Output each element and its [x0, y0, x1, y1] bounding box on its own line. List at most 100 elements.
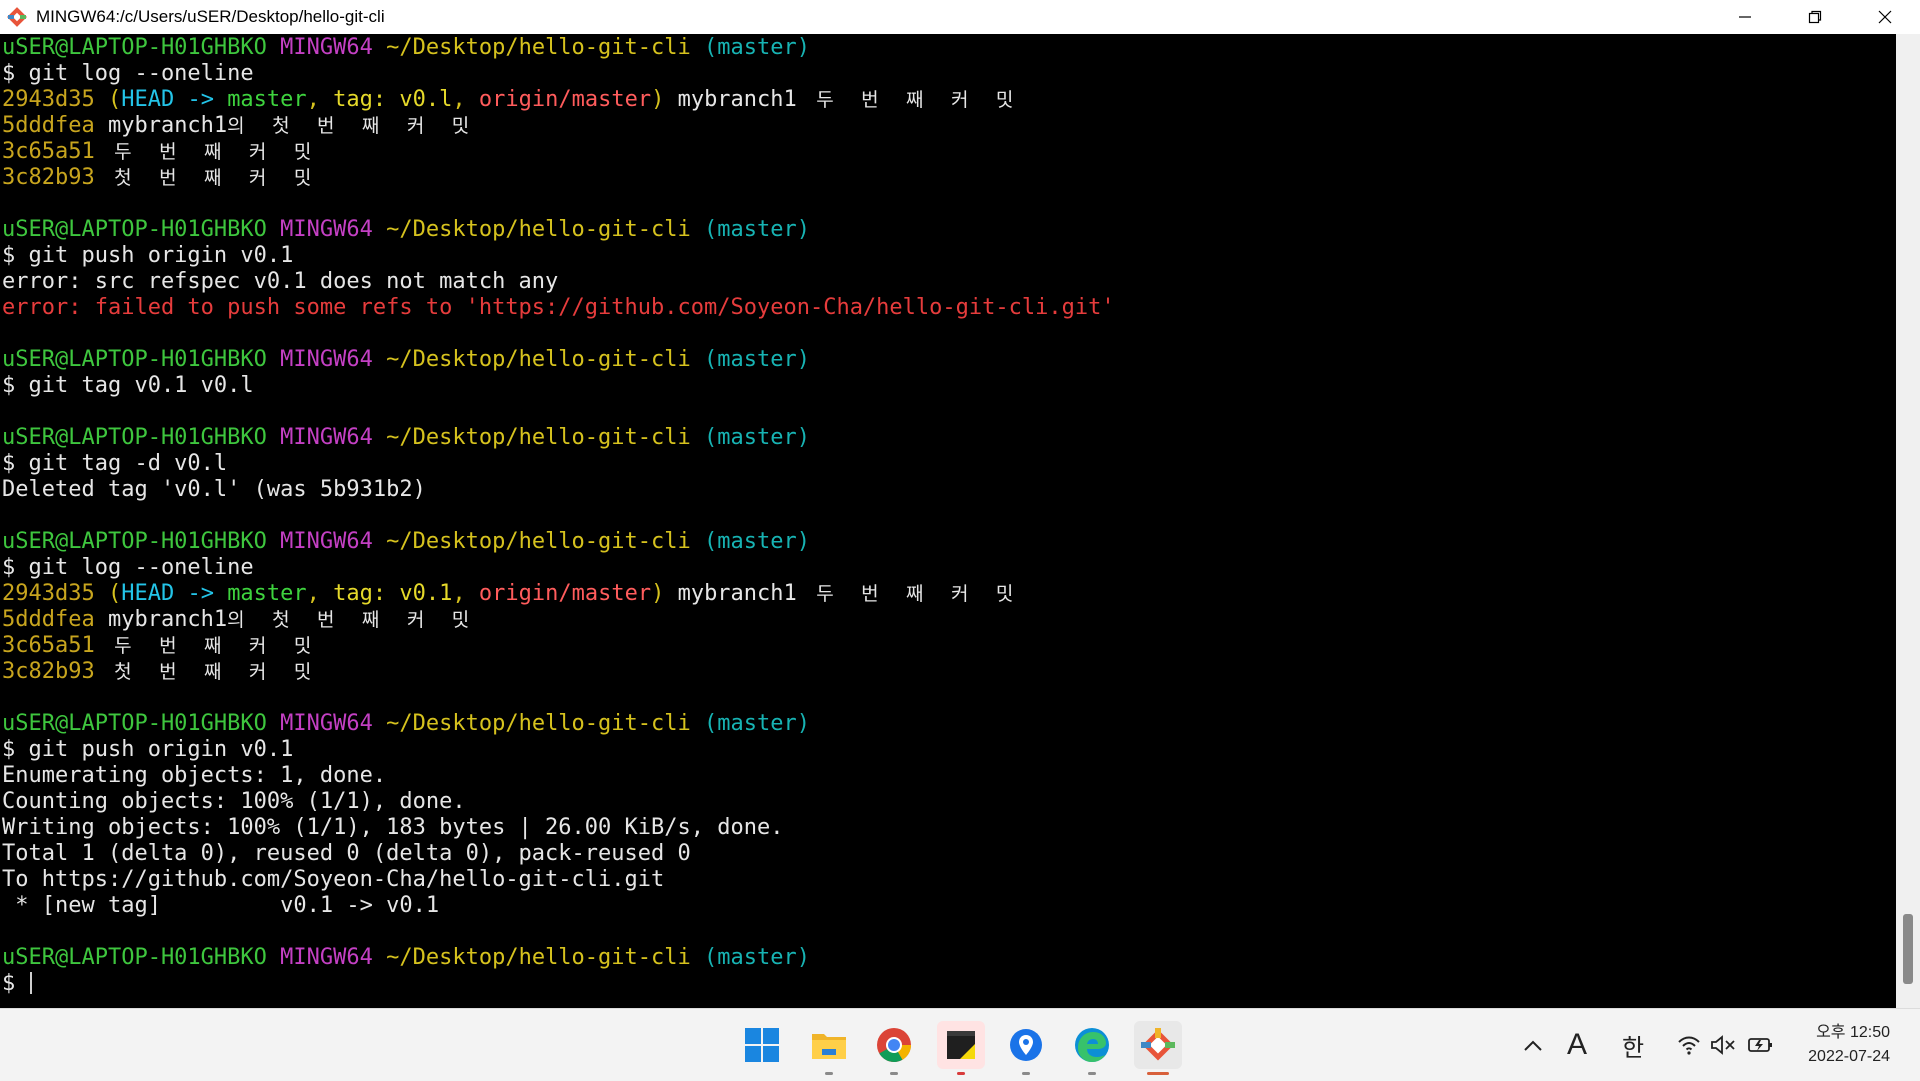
commit-msg: mybranch1	[94, 607, 228, 632]
prompt-path: ~/Desktop/hello-git-cli	[386, 425, 691, 450]
vertical-scrollbar[interactable]	[1896, 34, 1920, 1008]
minimize-button[interactable]	[1710, 0, 1780, 34]
ref-origin: origin/master	[478, 87, 652, 112]
prompt-path: ~/Desktop/hello-git-cli	[386, 529, 691, 554]
taskbar-sticky-notes[interactable]	[937, 1021, 985, 1075]
taskbar-file-explorer[interactable]	[805, 1021, 853, 1075]
prompt-shell: MINGW64	[280, 217, 373, 242]
title-bar: MINGW64:/c/Users/uSER/Desktop/hello-git-…	[0, 0, 1920, 34]
prompt-shell: MINGW64	[280, 347, 373, 372]
ref-paren: )	[651, 581, 665, 606]
commit-msg-ko: 두 번 째 커 밋	[796, 89, 1022, 111]
ref-comma: ,	[452, 87, 479, 112]
commit-hash: 5dddfea	[2, 607, 95, 632]
commit-msg-ko: 첫 번 째 커 밋	[94, 661, 320, 683]
prompt-shell: MINGW64	[280, 529, 373, 554]
taskbar-edge[interactable]	[1068, 1021, 1116, 1075]
chevron-up-icon	[1524, 1040, 1542, 1051]
minimize-icon	[1739, 16, 1751, 18]
tray-network[interactable]	[1672, 1009, 1706, 1081]
prompt-user: uSER@LAPTOP-H01GHBKO	[2, 425, 267, 450]
commit-msg-ko: 두 번 째 커 밋	[94, 635, 320, 657]
prompt-branch: (master)	[704, 217, 810, 242]
taskbar-clock[interactable]: 오후 12:50 2022-07-24	[1808, 1021, 1890, 1069]
clock-time: 오후 12:50	[1816, 1024, 1890, 1041]
command-line: $ git push origin v0.1	[2, 243, 294, 268]
commit-hash: 3c82b93	[2, 659, 95, 684]
prompt-path: ~/Desktop/hello-git-cli	[386, 347, 691, 372]
output-line: To https://github.com/Soyeon-Cha/hello-g…	[2, 867, 665, 892]
output-line: Counting objects: 100% (1/1), done.	[2, 789, 466, 814]
ref-master: master	[227, 581, 307, 606]
tray-battery[interactable]	[1744, 1009, 1778, 1081]
start-button[interactable]	[738, 1021, 786, 1069]
running-indicator	[1022, 1072, 1030, 1075]
tray-ime-indicator[interactable]: 한	[1616, 1009, 1650, 1081]
prompt-branch: (master)	[704, 529, 810, 554]
output-line: Deleted tag 'v0.l' (was 5b931b2)	[2, 477, 426, 502]
chrome-icon	[877, 1028, 911, 1062]
prompt-dollar: $	[2, 971, 29, 996]
commit-msg: mybranch1	[664, 87, 797, 112]
prompt-path: ~/Desktop/hello-git-cli	[386, 35, 691, 60]
commit-hash: 2943d35	[2, 87, 95, 112]
log-line: 5dddfea mybranch1의 첫 번 째 커 밋	[2, 113, 1896, 139]
prompt-branch: (master)	[704, 425, 810, 450]
tray-volume[interactable]	[1706, 1009, 1740, 1081]
ref-tag: tag: v0.l	[333, 87, 453, 112]
git-bash-logo-icon	[7, 7, 27, 27]
command-line: $ git log --oneline	[2, 61, 254, 86]
command-line: $ git push origin v0.1	[2, 737, 294, 762]
prompt-path: ~/Desktop/hello-git-cli	[386, 945, 691, 970]
commit-msg: mybranch1	[94, 113, 228, 138]
commit-msg-ko: 두 번 째 커 밋	[796, 583, 1022, 605]
commit-msg: mybranch1	[664, 581, 797, 606]
input-line[interactable]: $	[2, 971, 1896, 997]
taskbar-git-bash[interactable]	[1134, 1021, 1182, 1075]
active-indicator	[1147, 1072, 1169, 1075]
wifi-icon	[1678, 1036, 1700, 1055]
prompt-shell: MINGW64	[280, 945, 373, 970]
battery-charging-icon	[1748, 1038, 1772, 1052]
ref-arrow: ->	[174, 581, 228, 606]
log-line: 2943d35 (HEAD -> master, tag: v0.l, orig…	[2, 87, 1896, 113]
prompt-shell: MINGW64	[280, 35, 373, 60]
prompt-user: uSER@LAPTOP-H01GHBKO	[2, 529, 267, 554]
close-button[interactable]	[1850, 0, 1920, 34]
restore-button[interactable]	[1780, 0, 1850, 34]
scrollbar-thumb[interactable]	[1903, 914, 1913, 984]
ref-comma: ,	[306, 87, 334, 112]
speaker-muted-icon	[1711, 1035, 1735, 1055]
commit-msg-ko: 두 번 째 커 밋	[94, 141, 320, 163]
taskbar-chrome[interactable]	[870, 1021, 918, 1075]
prompt-path: ~/Desktop/hello-git-cli	[386, 217, 691, 242]
tray-overflow-button[interactable]	[1516, 1009, 1550, 1081]
restore-icon	[1808, 10, 1822, 24]
taskbar-maps[interactable]	[1002, 1021, 1050, 1075]
log-line: 3c65a51 두 번 째 커 밋	[2, 633, 1896, 659]
output-line: Enumerating objects: 1, done.	[2, 763, 387, 788]
prompt-branch: (master)	[704, 711, 810, 736]
output-line: * [new tag] v0.1 -> v0.1	[2, 893, 440, 918]
prompt-user: uSER@LAPTOP-H01GHBKO	[2, 347, 267, 372]
running-indicator	[825, 1072, 833, 1075]
tray-font-indicator[interactable]: A	[1560, 1009, 1594, 1081]
terminal-output[interactable]: uSER@LAPTOP-H01GHBKO MINGW64 ~/Desktop/h…	[0, 34, 1896, 1008]
prompt-line: uSER@LAPTOP-H01GHBKO MINGW64 ~/Desktop/h…	[2, 529, 1896, 555]
prompt-branch: (master)	[704, 347, 810, 372]
commit-msg-ko: 첫 번 째 커 밋	[94, 167, 320, 189]
log-line: 2943d35 (HEAD -> master, tag: v0.1, orig…	[2, 581, 1896, 607]
output-line: error: src refspec v0.1 does not match a…	[2, 269, 559, 294]
prompt-path: ~/Desktop/hello-git-cli	[386, 711, 691, 736]
command-line: $ git tag v0.1 v0.l	[2, 373, 254, 398]
text-cursor	[29, 972, 32, 994]
commit-hash: 3c65a51	[2, 633, 95, 658]
prompt-shell: MINGW64	[280, 425, 373, 450]
sticky-notes-icon	[947, 1031, 975, 1059]
commit-hash: 5dddfea	[2, 113, 95, 138]
clock-date: 2022-07-24	[1808, 1048, 1890, 1065]
